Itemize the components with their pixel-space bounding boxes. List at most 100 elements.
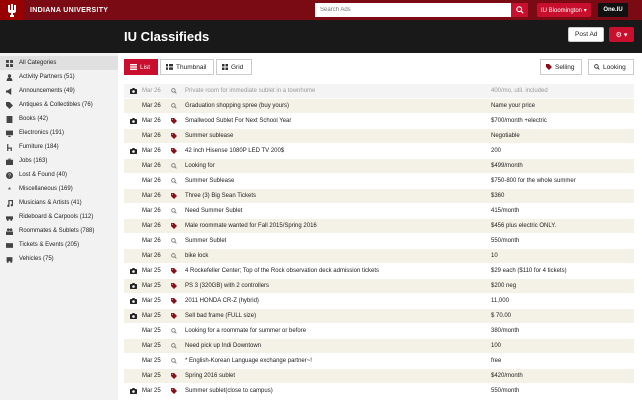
- sidebar-item-label: Furniture (184): [19, 144, 59, 150]
- listing-row[interactable]: Mar 26 Smallwood Sublet For Next School Y…: [124, 114, 634, 129]
- tag-icon: [170, 148, 178, 154]
- iu-trident-logo[interactable]: [0, 0, 24, 20]
- listing-date: Mar 25: [142, 358, 161, 364]
- search-input[interactable]: [315, 3, 511, 17]
- sidebar-item-category[interactable]: * Miscellaneous (169): [0, 182, 118, 196]
- listing-title[interactable]: Spring 2016 sublet: [185, 373, 235, 379]
- listing-title[interactable]: Need pick up Indi Downtown: [185, 343, 261, 349]
- listing-title[interactable]: * English-Korean Language exchange partn…: [185, 358, 312, 364]
- listing-title[interactable]: Smallwood Sublet For Next School Year: [185, 118, 291, 124]
- brand-name[interactable]: INDIANA UNIVERSITY: [30, 7, 108, 14]
- sidebar-item-label: Announcements (49): [19, 88, 75, 94]
- sidebar-item-label: Roommates & Sublets (788): [19, 228, 95, 234]
- listing-price: 400/mo, util. included: [491, 88, 548, 94]
- listing-title[interactable]: Summer Sublet: [185, 238, 226, 244]
- listing-row[interactable]: Mar 26 Three (3) Big Sean Tickets $360: [124, 189, 634, 204]
- listing-title[interactable]: Summer sublet(close to campus): [185, 388, 273, 394]
- listing-row[interactable]: Mar 25 * English-Korean Language exchange…: [124, 354, 634, 369]
- sidebar-item-category[interactable]: ? Lost & Found (40): [0, 168, 118, 182]
- listing-row[interactable]: Mar 26 Looking for $499/month: [124, 159, 634, 174]
- search-button[interactable]: [511, 3, 528, 17]
- looking-filter-button[interactable]: Looking: [588, 59, 634, 75]
- sidebar-item-category[interactable]: Vehicles (75): [0, 252, 118, 266]
- listing-row[interactable]: Mar 25 Spring 2016 sublet $420/month: [124, 369, 634, 384]
- sidebar-item-category[interactable]: Announcements (49): [0, 84, 118, 98]
- listing-row[interactable]: Mar 25 4 Rockefeller Center; Top of the R…: [124, 264, 634, 279]
- listing-row[interactable]: Mar 26 Summer Sublet 550/month: [124, 234, 634, 249]
- sidebar-item-category[interactable]: Furniture (184): [0, 140, 118, 154]
- listing-date: Mar 25: [142, 313, 161, 319]
- listing-title[interactable]: Sell bad frame (FULL size): [185, 313, 256, 319]
- listing-price: Negotiable: [491, 133, 520, 139]
- post-ad-button[interactable]: Post Ad: [568, 27, 605, 42]
- sidebar-item-category[interactable]: Rideboard & Carpools (112): [0, 210, 118, 224]
- listing-title[interactable]: 4 Rockefeller Center; Top of the Rock ob…: [185, 268, 379, 274]
- search-icon: [170, 328, 178, 334]
- sidebar-item-category[interactable]: Tickets & Events (205): [0, 238, 118, 252]
- grid-view-button[interactable]: Grid: [216, 59, 252, 75]
- listing-date: Mar 26: [142, 193, 161, 199]
- listing-row[interactable]: Mar 25 PS 3 (320GB) with 2 controllers $20…: [124, 279, 634, 294]
- listing-title[interactable]: Private room for immediate sublet in a t…: [185, 88, 315, 94]
- listing-title[interactable]: 2011 HONDA CR-Z (hybrid): [185, 298, 259, 304]
- camera-icon: [129, 313, 137, 319]
- tag-icon: [170, 223, 178, 229]
- listing-row[interactable]: Mar 25 2011 HONDA CR-Z (hybrid) 11,000: [124, 294, 634, 309]
- listing-row[interactable]: Mar 25 Looking for a roommate for summer …: [124, 324, 634, 339]
- search-icon: [170, 208, 178, 214]
- sidebar-item-category[interactable]: Jobs (163): [0, 154, 118, 168]
- sidebar-item-category[interactable]: Books (42): [0, 112, 118, 126]
- listing-row[interactable]: Mar 25 Need pick up Indi Downtown 100: [124, 339, 634, 354]
- tag-icon: [170, 283, 178, 289]
- selling-filter-button[interactable]: Selling: [540, 59, 582, 75]
- search-icon: [170, 358, 178, 364]
- listing-row[interactable]: Mar 25 Sell bad frame (FULL size) $ 70.00: [124, 309, 634, 324]
- listing-row[interactable]: Mar 26 Male roommate wanted for Fall 2015…: [124, 219, 634, 234]
- listing-row[interactable]: Mar 26 Private room for immediate sublet …: [124, 84, 634, 99]
- question-icon: ?: [6, 171, 13, 179]
- listing-title[interactable]: Summer sublease: [185, 133, 233, 139]
- camera-icon: [129, 118, 137, 124]
- listing-row[interactable]: Mar 26 Summer Sublease $750-800 for the wh…: [124, 174, 634, 189]
- view-toolbar: List Thumbnail Grid Selling Looking: [124, 53, 634, 81]
- book-icon: [6, 115, 13, 123]
- listing-title[interactable]: Summer Sublease: [185, 178, 234, 184]
- listing-date: Mar 25: [142, 343, 161, 349]
- listing-row[interactable]: Mar 26 Need Summer Sublet 415/month: [124, 204, 634, 219]
- sidebar-item-category[interactable]: Activity Partners (51): [0, 70, 118, 84]
- listing-title[interactable]: PS 3 (320GB) with 2 controllers: [185, 283, 269, 289]
- sidebar-item-label: Activity Partners (51): [19, 74, 75, 80]
- page-title: IU Classifieds: [124, 29, 210, 44]
- listing-title[interactable]: Looking for a roommate for summer or bef…: [185, 328, 306, 334]
- sidebar-item-category[interactable]: Roommates & Sublets (788): [0, 224, 118, 238]
- listing-date: Mar 25: [142, 268, 161, 274]
- listing-title[interactable]: Three (3) Big Sean Tickets: [185, 193, 256, 199]
- listing-title[interactable]: Graduation shopping spree (buy yours): [185, 103, 289, 109]
- settings-dropdown-button[interactable]: ⚙ ▾: [609, 27, 634, 42]
- listing-title[interactable]: Looking for: [185, 163, 215, 169]
- listing-title[interactable]: Male roommate wanted for Fall 2015/Sprin…: [185, 223, 317, 229]
- svg-text:?: ?: [8, 173, 11, 179]
- sidebar-item-category[interactable]: Electronics (191): [0, 126, 118, 140]
- sidebar-item-all-categories[interactable]: All Categories: [0, 56, 118, 70]
- list-view-button[interactable]: List: [124, 59, 158, 75]
- listing-title[interactable]: 42 inch Hisense 1080P LED TV 200$: [185, 148, 284, 154]
- listing-title[interactable]: Need Summer Sublet: [185, 208, 242, 214]
- sidebar-item-category[interactable]: Musicians & Artists (41): [0, 196, 118, 210]
- listing-title[interactable]: bike lock: [185, 253, 208, 259]
- sidebar-item-label: Antiques & Collectibles (76): [19, 102, 93, 108]
- one-iu-button[interactable]: One.IU: [598, 3, 628, 17]
- listing-row[interactable]: Mar 26 Summer sublease Negotiable: [124, 129, 634, 144]
- sidebar-item-category[interactable]: Antiques & Collectibles (76): [0, 98, 118, 112]
- thumbnail-view-button[interactable]: Thumbnail: [160, 59, 214, 75]
- campus-dropdown[interactable]: IU Bloomington ▾: [537, 3, 591, 17]
- listing-date: Mar 26: [142, 253, 161, 259]
- search-icon: [170, 253, 178, 259]
- sidebar-item-label: Electronics (191): [19, 130, 65, 136]
- sidebar-item-label: Tickets & Events (205): [19, 242, 80, 248]
- listing-row[interactable]: Mar 26 42 inch Hisense 1080P LED TV 200$ 2…: [124, 144, 634, 159]
- listing-row[interactable]: Mar 25 Summer sublet(close to campus) 550/…: [124, 384, 634, 399]
- listing-price: $360: [491, 193, 505, 199]
- listing-row[interactable]: Mar 26 Graduation shopping spree (buy you…: [124, 99, 634, 114]
- listing-row[interactable]: Mar 26 bike lock 10: [124, 249, 634, 264]
